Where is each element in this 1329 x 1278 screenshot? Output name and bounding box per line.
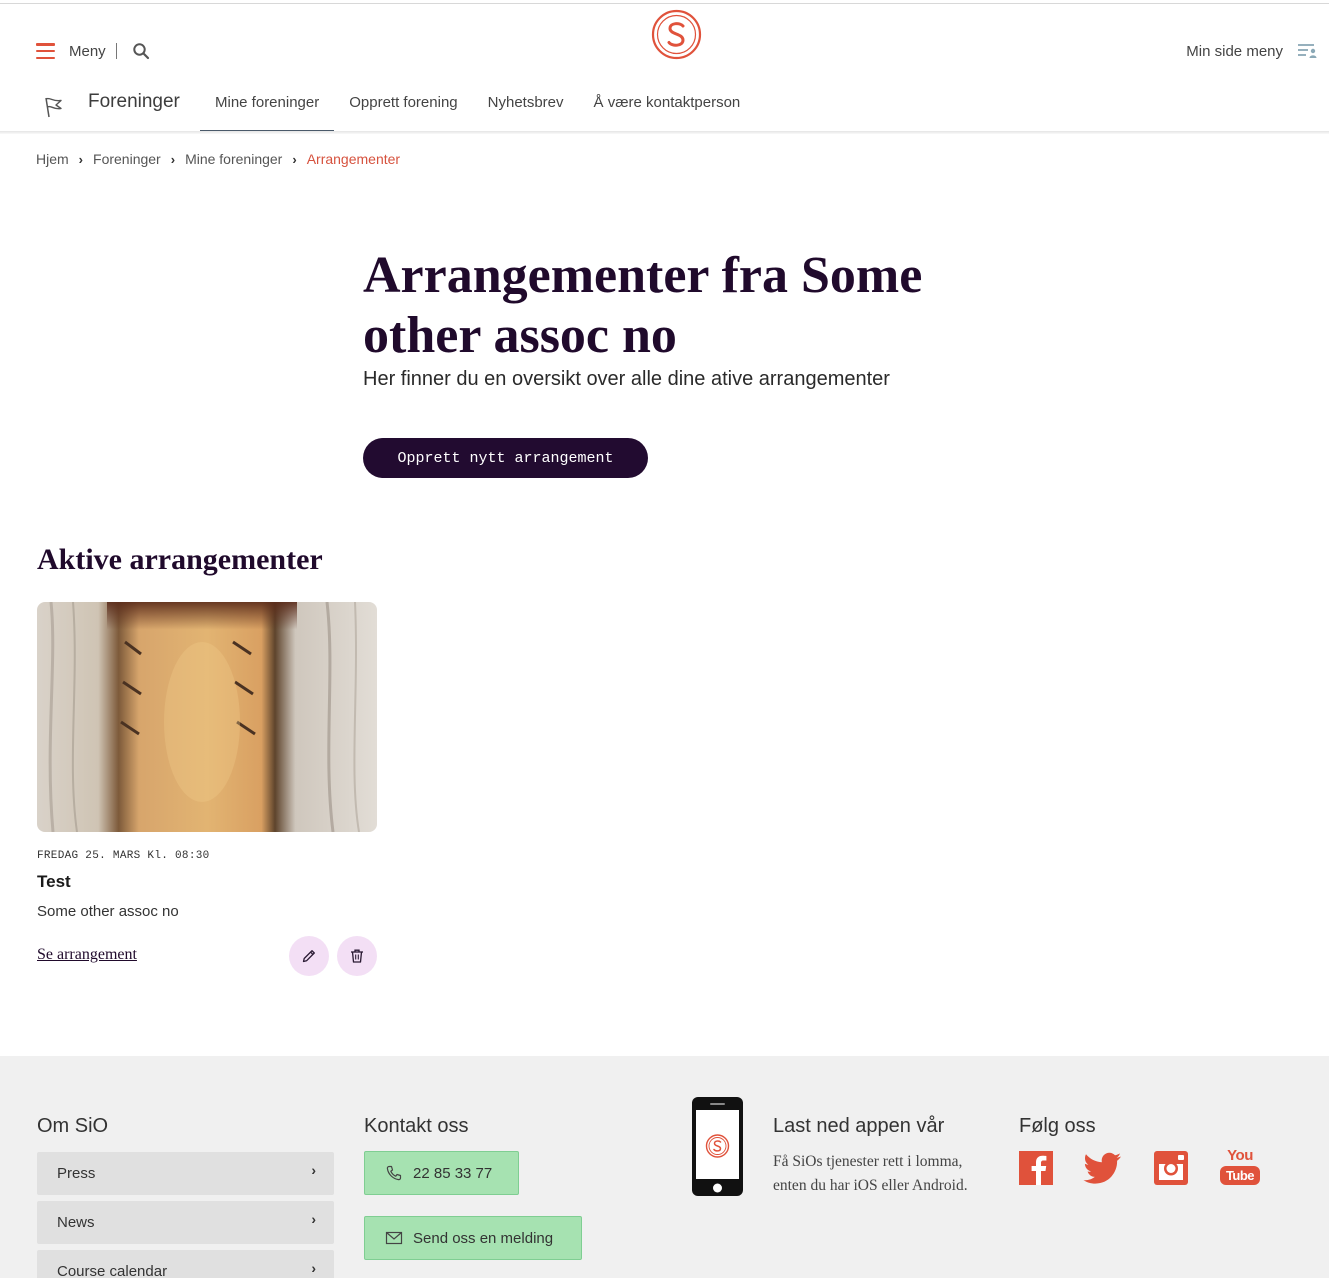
tab-nyhetsbrev[interactable]: Nyhetsbrev <box>473 84 579 132</box>
facebook-icon[interactable] <box>1017 1149 1057 1187</box>
breadcrumb: Hjem › Foreninger › Mine foreninger › Ar… <box>36 151 400 167</box>
footer-link-news[interactable]: News › <box>37 1201 334 1244</box>
section-tabs: Mine foreninger Opprett forening Nyhetsb… <box>200 84 755 132</box>
twitter-icon[interactable] <box>1083 1149 1123 1187</box>
nav-divider <box>0 131 1329 134</box>
edit-event-button[interactable] <box>289 936 329 976</box>
breadcrumb-item-mine-foreninger[interactable]: Mine foreninger <box>185 151 282 167</box>
tab-mine-foreninger[interactable]: Mine foreninger <box>200 84 335 132</box>
envelope-icon <box>385 1231 403 1245</box>
send-message-button[interactable]: Send oss en melding <box>364 1216 582 1260</box>
event-title: Test <box>37 872 71 891</box>
flag-icon <box>45 97 62 118</box>
youtube-icon[interactable]: You Tube <box>1219 1148 1261 1188</box>
chevron-right-icon: › <box>311 1162 316 1178</box>
instagram-icon[interactable] <box>1151 1149 1191 1187</box>
active-events-heading: Aktive arrangementer <box>37 543 323 576</box>
header-separator <box>115 43 117 59</box>
footer-link-course-calendar[interactable]: Course calendar › <box>37 1250 334 1278</box>
tab-kontaktperson[interactable]: Å være kontaktperson <box>579 84 756 132</box>
footer-link-label: News <box>57 1214 95 1231</box>
chevron-right-icon: › <box>292 151 297 167</box>
breadcrumb-item-hjem[interactable]: Hjem <box>36 151 69 167</box>
breadcrumb-current: Arrangementer <box>306 151 401 167</box>
view-event-link[interactable]: Se arrangement <box>37 946 137 964</box>
chevron-right-icon: › <box>170 151 176 167</box>
footer-follow-heading: Følg oss <box>1019 1115 1096 1137</box>
section-nav: Foreninger Mine foreninger Opprett foren… <box>0 84 1329 134</box>
footer-link-press[interactable]: Press › <box>37 1152 334 1195</box>
event-organizer: Some other assoc no <box>37 903 179 920</box>
menu-button[interactable]: Meny <box>69 43 106 60</box>
event-date: FREDAG 25. MARS Kl. 08:30 <box>37 850 210 862</box>
chevron-right-icon: › <box>311 1260 316 1276</box>
header-left: Meny <box>36 40 150 62</box>
footer-contact-heading: Kontakt oss <box>364 1115 469 1137</box>
footer-link-label: Press <box>57 1165 96 1182</box>
section-title[interactable]: Foreninger <box>88 91 180 113</box>
send-message-label: Send oss en melding <box>413 1229 554 1247</box>
breadcrumb-item-foreninger[interactable]: Foreninger <box>93 151 161 167</box>
tab-opprett-forening[interactable]: Opprett forening <box>334 84 472 132</box>
top-divider <box>0 3 1329 4</box>
page-subtitle: Her finner du en oversikt over alle dine… <box>363 368 890 390</box>
hamburger-icon[interactable] <box>36 43 55 59</box>
footer-about-heading: Om SiO <box>37 1115 109 1137</box>
search-icon[interactable] <box>132 42 150 60</box>
youtube-text-bottom: Tube <box>1220 1166 1260 1185</box>
youtube-text-top: You <box>1227 1147 1253 1164</box>
phone-number: 22 85 33 77 <box>413 1164 493 1182</box>
chevron-right-icon: › <box>311 1211 316 1227</box>
footer-app-text: Få SiOs tjenester rett i lomma, enten du… <box>773 1153 968 1194</box>
event-image[interactable] <box>37 602 377 832</box>
pencil-icon <box>302 950 315 963</box>
phone-app-icon[interactable] <box>691 1096 744 1197</box>
phone-icon <box>386 1165 402 1181</box>
delete-event-button[interactable] <box>337 936 377 976</box>
my-page-menu-label: Min side meny <box>1186 42 1283 60</box>
chevron-right-icon: › <box>78 151 84 167</box>
sio-logo[interactable] <box>651 9 702 60</box>
phone-button[interactable]: 22 85 33 77 <box>364 1151 519 1195</box>
create-event-button[interactable]: Opprett nytt arrangement <box>363 438 648 478</box>
trash-icon <box>351 949 363 963</box>
page-title: Arrangementer fra Some other assoc no <box>363 247 923 364</box>
footer-app-heading: Last ned appen vår <box>773 1115 945 1137</box>
my-page-menu-button[interactable]: Min side meny <box>1186 40 1317 62</box>
user-list-icon <box>1298 44 1317 58</box>
footer-link-label: Course calendar <box>57 1263 168 1278</box>
